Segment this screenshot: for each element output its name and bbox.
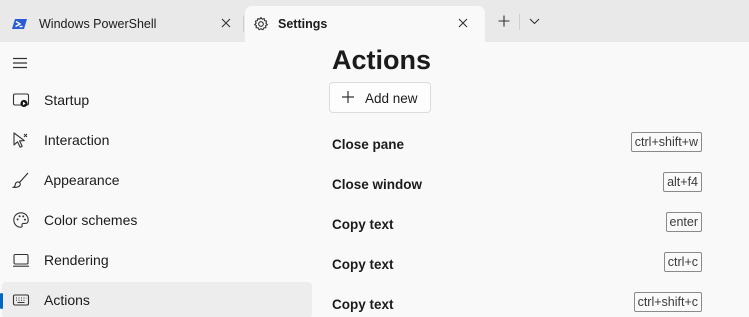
nav-item-rendering[interactable]: Rendering bbox=[2, 242, 312, 278]
nav-label: Rendering bbox=[44, 252, 109, 268]
action-name: Close pane bbox=[332, 137, 405, 152]
nav-label: Interaction bbox=[44, 132, 110, 148]
key-chord: ctrl+shift+c bbox=[633, 292, 702, 312]
gear-icon bbox=[253, 16, 269, 32]
powershell-icon bbox=[12, 16, 28, 32]
interaction-icon bbox=[12, 131, 30, 149]
key-chord: ctrl+shift+w bbox=[630, 132, 702, 152]
add-new-button[interactable]: Add new bbox=[329, 82, 431, 113]
tab-windows-powershell[interactable]: Windows PowerShell bbox=[0, 6, 242, 42]
new-tab-button[interactable] bbox=[494, 11, 514, 31]
settings-content: Startup Interaction Appearance Color sch… bbox=[0, 42, 749, 317]
action-row[interactable]: Close pane ctrl+shift+w bbox=[332, 130, 702, 160]
action-name: Copy text bbox=[332, 297, 394, 312]
tab-label: Windows PowerShell bbox=[39, 17, 157, 31]
key-chord: enter bbox=[665, 212, 702, 232]
action-name: Close window bbox=[332, 177, 423, 192]
action-row[interactable]: Copy text enter bbox=[332, 210, 702, 240]
close-icon[interactable] bbox=[217, 14, 235, 32]
keyboard-icon bbox=[12, 291, 30, 309]
monitor-icon bbox=[12, 251, 30, 269]
nav-item-color-schemes[interactable]: Color schemes bbox=[2, 202, 312, 238]
action-row[interactable]: Copy text ctrl+shift+c bbox=[332, 290, 702, 317]
palette-icon bbox=[12, 211, 30, 229]
page-title: Actions bbox=[332, 45, 432, 75]
tab-dropdown-button[interactable] bbox=[524, 11, 544, 31]
tab-settings[interactable]: Settings bbox=[245, 6, 485, 42]
key-chord: ctrl+c bbox=[663, 252, 702, 272]
tab-label: Settings bbox=[278, 17, 328, 31]
brush-icon bbox=[12, 171, 30, 189]
action-row[interactable]: Copy text ctrl+c bbox=[332, 250, 702, 280]
nav-item-actions[interactable]: Actions bbox=[0, 282, 312, 317]
close-icon[interactable] bbox=[454, 14, 472, 32]
tab-bar: Windows PowerShell Settings bbox=[0, 0, 749, 42]
menu-icon bbox=[13, 57, 27, 69]
nav-label: Appearance bbox=[44, 172, 120, 188]
add-new-label: Add new bbox=[365, 91, 418, 106]
startup-icon bbox=[12, 91, 30, 109]
nav-item-startup[interactable]: Startup bbox=[2, 82, 312, 118]
plus-icon bbox=[342, 91, 354, 103]
action-name: Copy text bbox=[332, 257, 394, 272]
nav-label: Actions bbox=[44, 292, 90, 308]
nav-label: Color schemes bbox=[44, 212, 138, 228]
action-row[interactable]: Close window alt+f4 bbox=[332, 170, 702, 200]
hamburger-menu-button[interactable] bbox=[11, 54, 29, 72]
chevron-down-icon bbox=[529, 18, 539, 24]
nav-label: Startup bbox=[44, 92, 90, 108]
tab-divider bbox=[243, 16, 244, 32]
nav-item-interaction[interactable]: Interaction bbox=[2, 122, 312, 158]
plus-icon bbox=[498, 15, 510, 27]
action-name: Copy text bbox=[332, 217, 394, 232]
tab-divider bbox=[519, 14, 520, 30]
nav-item-appearance[interactable]: Appearance bbox=[2, 162, 312, 198]
key-chord: alt+f4 bbox=[663, 172, 702, 192]
